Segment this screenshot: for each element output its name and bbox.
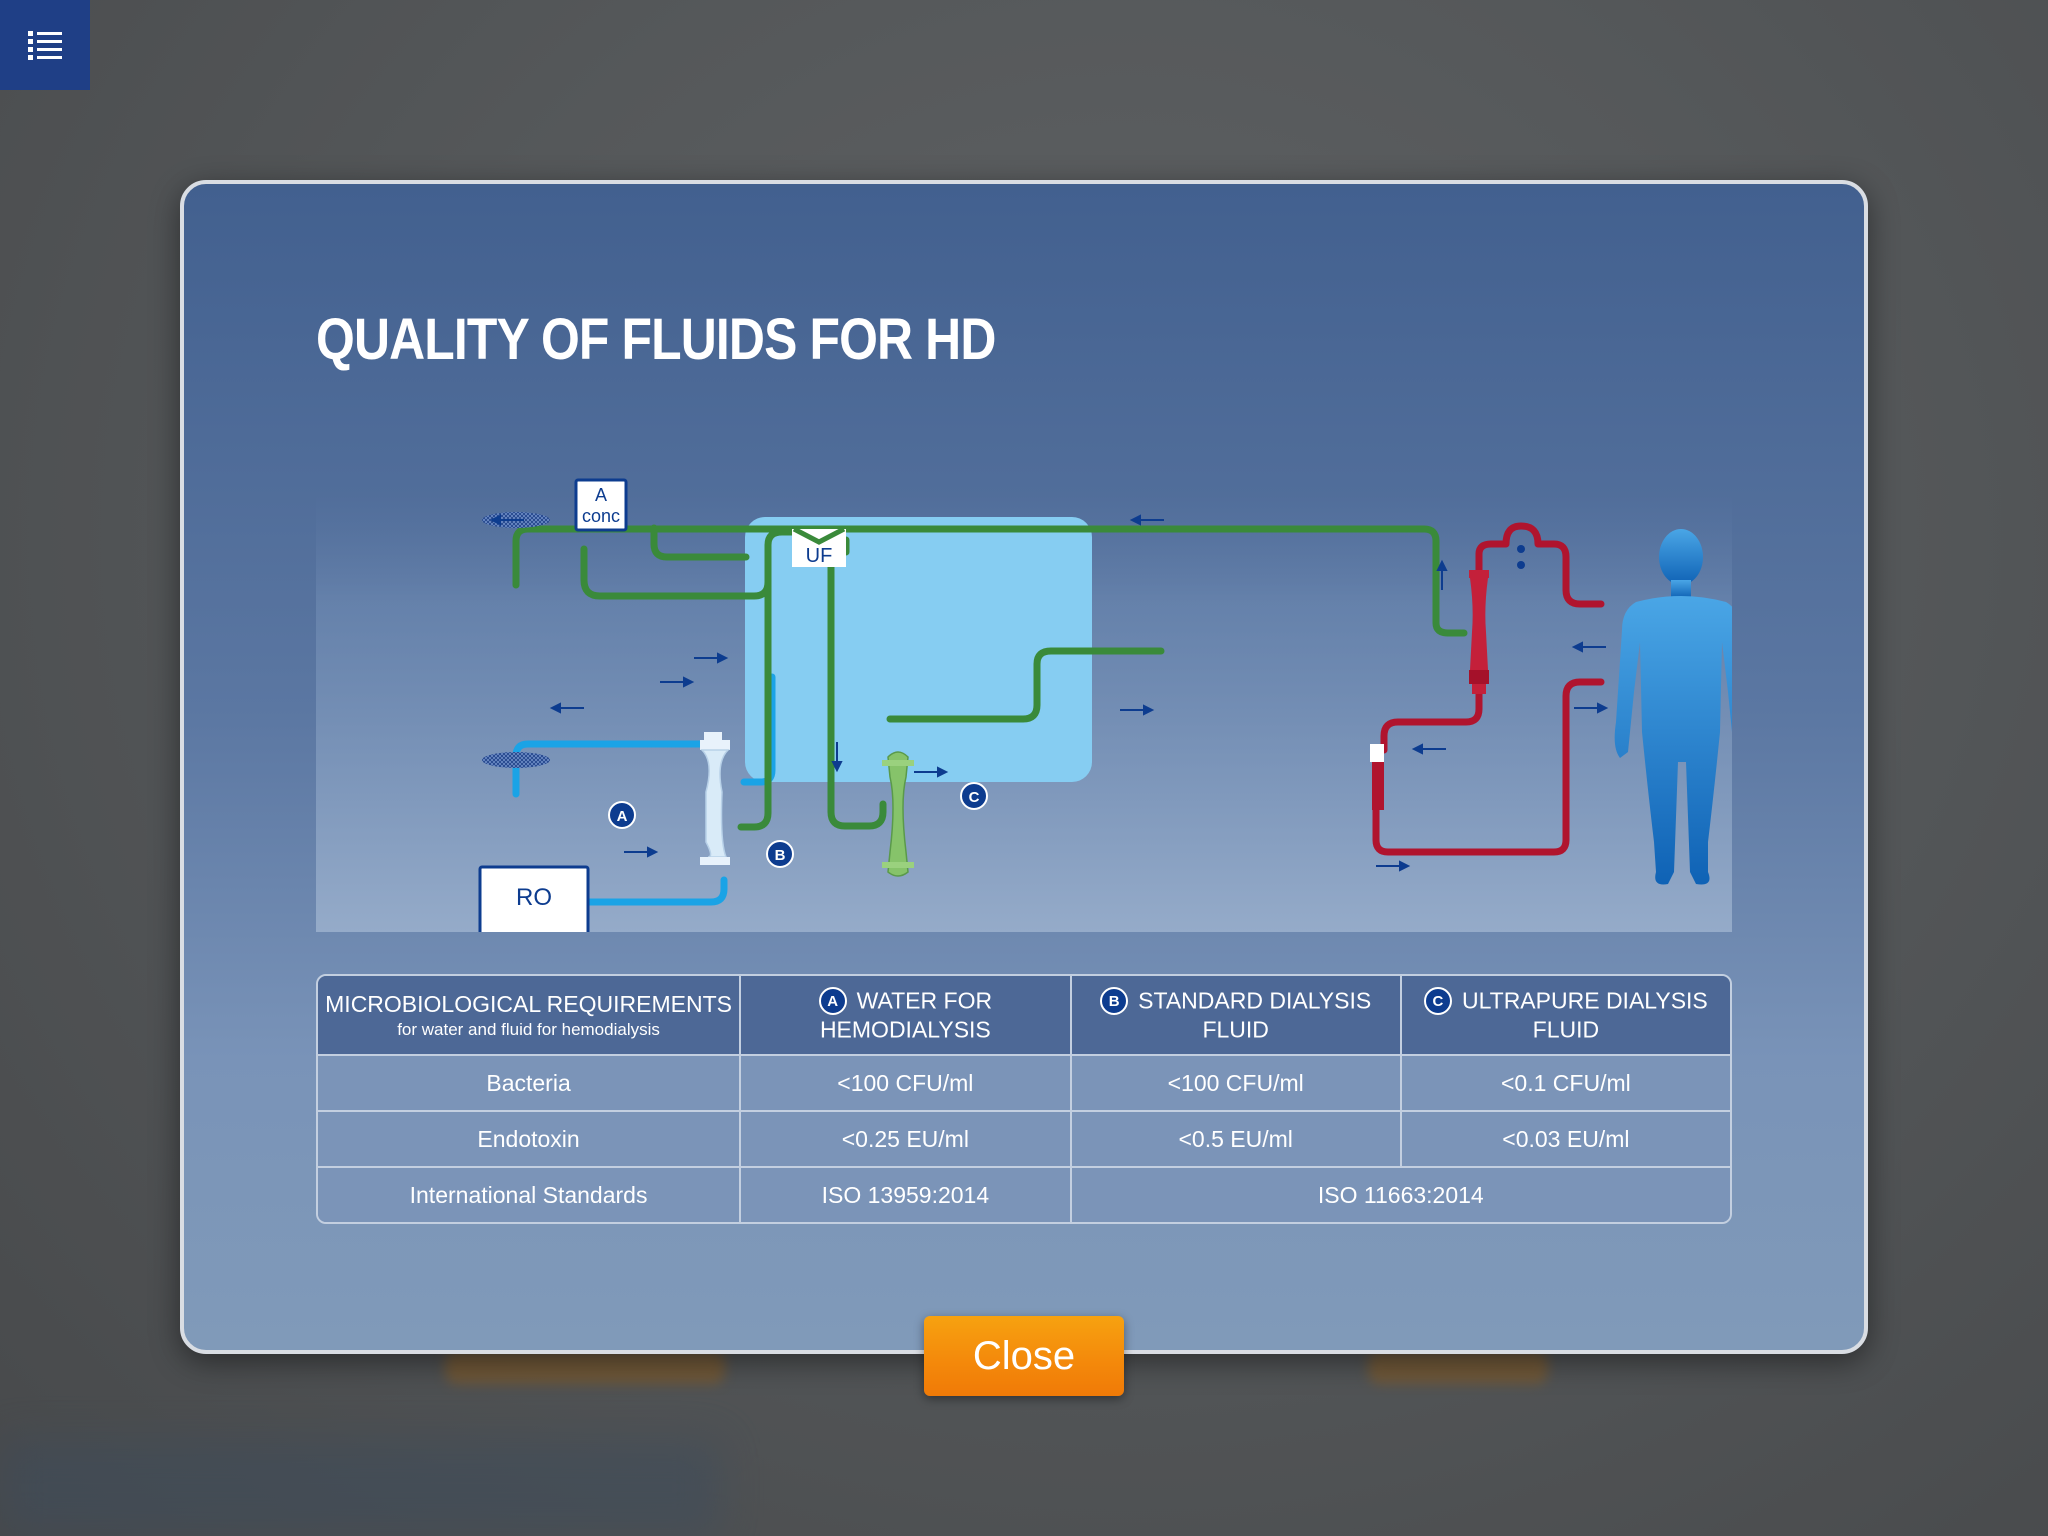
table-cell: ISO 11663:2014 [1071,1168,1730,1222]
badge-c: C [1423,987,1452,1016]
marker-b: B [766,840,794,868]
header-ultrapure-dialysis-fluid: C ULTRAPURE DIALYSIS FLUID [1401,976,1730,1056]
pump-indicator-icon [1517,545,1525,553]
microbiological-requirements-table: MICROBIOLOGICAL REQUIREMENTS for water a… [316,974,1732,1224]
uf-label: UF [806,545,833,567]
header-requirements-subtitle: for water and fluid for hemodialysis [397,1019,660,1039]
background-blur-shape [445,1350,725,1384]
table-cell: <0.1 CFU/ml [1401,1056,1730,1112]
ultrafiltration-valve: UF [792,526,846,567]
table-row: Bacteria <100 CFU/ml <100 CFU/ml <0.1 CF… [318,1056,1730,1112]
fluid-quality-dialog: QUALITY OF FLUIDS FOR HD UF A conc RO A … [180,180,1868,1354]
badge-a: A [818,987,847,1016]
badge-b: B [1100,987,1129,1016]
drain-icon [482,752,550,768]
syringe-icon [1370,744,1384,810]
table-cell: <0.5 EU/ml [1071,1112,1402,1168]
table-header-row: MICROBIOLOGICAL REQUIREMENTS for water a… [318,976,1730,1056]
header-requirements-title: MICROBIOLOGICAL REQUIREMENTS [325,990,732,1017]
list-menu-icon [28,31,62,60]
acid-conc-label-line1: A [595,485,607,505]
row-label: Endotoxin [318,1112,742,1168]
marker-a-label: A [617,808,628,825]
hemodialysis-circuit-diagram: UF A conc RO A B C [316,478,1732,932]
close-button[interactable]: Close [924,1316,1124,1396]
ro-label: RO [516,884,552,911]
header-ultrapure-label: ULTRAPURE DIALYSIS FLUID [1461,987,1708,1043]
background-blur-shape [0,1440,720,1536]
reverse-osmosis-box: RO [478,865,590,932]
table-cell: <100 CFU/ml [741,1056,1072,1112]
header-standard-label: STANDARD DIALYSIS FLUID [1138,987,1372,1043]
acid-concentrate-box: A conc [574,478,628,532]
menu-button[interactable] [0,0,90,90]
row-label: Bacteria [318,1056,742,1112]
header-requirements: MICROBIOLOGICAL REQUIREMENTS for water a… [318,976,742,1056]
table-row: International Standards ISO 13959:2014 I… [318,1168,1730,1222]
row-label: International Standards [318,1168,742,1222]
marker-c: C [960,782,988,810]
table-cell: <0.25 EU/ml [741,1112,1072,1168]
table-cell: ISO 13959:2014 [741,1168,1072,1222]
header-standard-dialysis-fluid: B STANDARD DIALYSIS FLUID [1071,976,1402,1056]
acid-conc-label-line2: conc [582,506,620,526]
background-blur-shape [1368,1350,1548,1384]
pump-indicator-icon [1517,561,1525,569]
dialyzer-icon [1469,570,1489,694]
table-row: Endotoxin <0.25 EU/ml <0.5 EU/ml <0.03 E… [318,1112,1730,1168]
marker-a: A [608,801,636,829]
table-cell: <0.03 EU/ml [1401,1112,1730,1168]
table-cell: <100 CFU/ml [1071,1056,1402,1112]
page-title: QUALITY OF FLUIDS FOR HD [316,307,996,372]
header-water-for-hemodialysis: A WATER FOR HEMODIALYSIS [741,976,1072,1056]
marker-c-label: C [969,789,980,806]
marker-b-label: B [775,847,786,864]
